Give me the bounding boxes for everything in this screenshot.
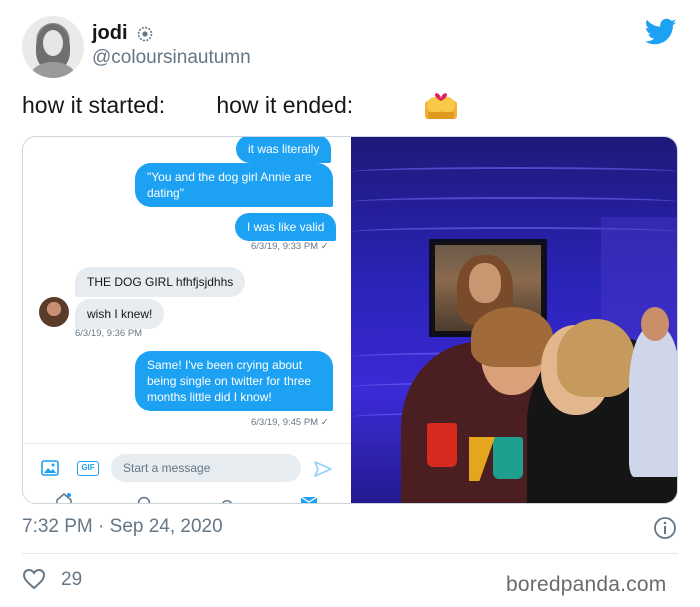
twitter-bird-icon[interactable] [645,18,677,46]
user-handle[interactable]: @coloursinautumn [92,47,251,69]
send-icon[interactable] [314,461,332,477]
tweet-text-ended: how it ended: [216,92,354,118]
tweet-text: how it started: how it ended: [22,92,353,119]
dm-timestamp: 6/3/19, 9:33 PM ✓ [251,241,329,252]
verified-badge-icon [137,26,153,42]
dm-screenshot: it was literally "You and the dog girl A… [23,137,351,504]
tweet-media[interactable]: it was literally "You and the dog girl A… [22,136,678,504]
dm-avatar [39,297,69,327]
tweet-timestamp[interactable]: 7:32 PM · Sep 24, 2020 [22,516,223,538]
like-count: 29 [61,569,83,590]
kiss-emoji-icon [425,93,457,119]
heart-icon[interactable] [22,568,46,590]
dm-timestamp: 6/3/19, 9:45 PM ✓ [251,417,329,428]
dm-message: THE DOG GIRL hfhfjsjdhhs [75,267,246,297]
tweet-text-started: how it started: [22,92,166,118]
dm-message: I was like valid [235,213,337,241]
search-icon[interactable] [137,496,151,504]
info-icon[interactable] [653,516,677,540]
gif-icon[interactable]: GIF [77,461,99,476]
dm-message: "You and the dog girl Annie are dating" [135,163,333,207]
party-photo [351,137,677,503]
dm-message: Same! I've been crying about being singl… [135,351,333,411]
message-input[interactable]: Start a message [111,454,301,482]
dm-composer: GIF Start a message [23,443,351,504]
mail-icon[interactable] [301,496,317,504]
notifications-icon[interactable] [220,496,234,504]
image-icon[interactable] [41,460,59,476]
watermark: boredpanda.com [506,573,667,596]
tweet-card: jodi @coloursinautumn how it started: ho… [0,0,700,607]
dm-message: wish I knew! [75,299,165,329]
avatar[interactable] [22,16,84,78]
dm-timestamp: 6/3/19, 9:36 PM [75,328,143,339]
dm-message: it was literally [236,137,332,163]
display-name[interactable]: jodi [92,22,128,45]
home-icon[interactable] [55,492,73,504]
divider [22,553,678,554]
